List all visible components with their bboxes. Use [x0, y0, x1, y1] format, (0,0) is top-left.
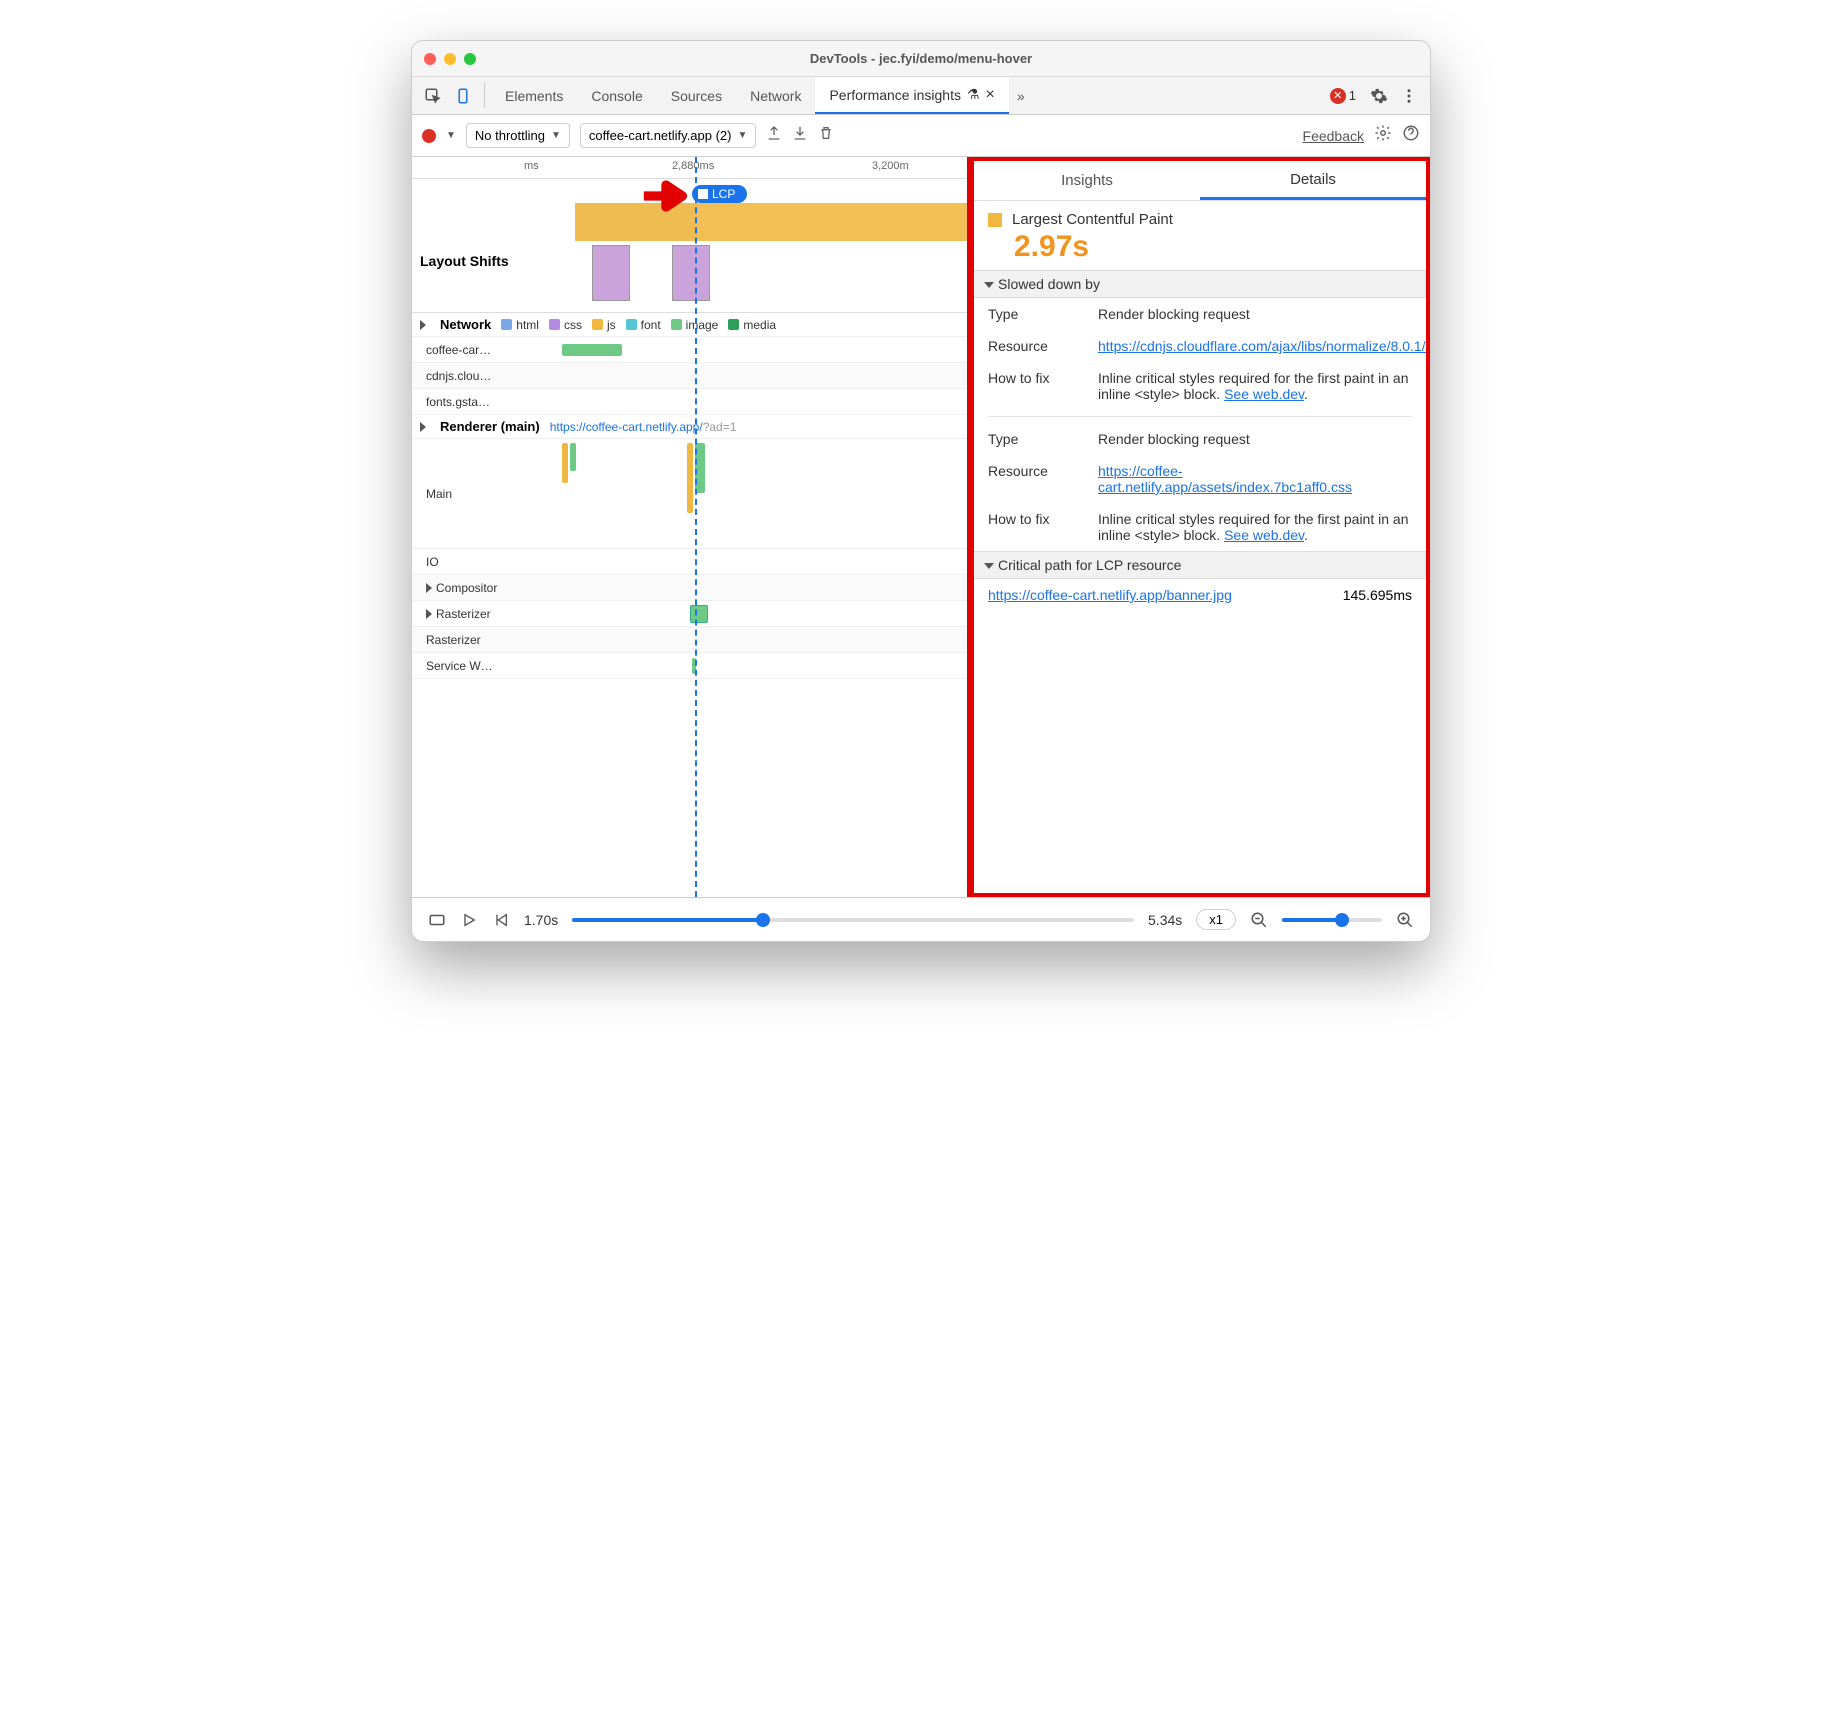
toggle-view-icon[interactable] [428, 911, 446, 929]
play-icon[interactable] [460, 911, 478, 929]
playback-slider[interactable] [572, 918, 1134, 922]
download-icon[interactable] [792, 125, 808, 146]
inspect-icon[interactable] [418, 77, 448, 114]
renderer-track-header[interactable]: Renderer (main) https://coffee-cart.netl… [412, 415, 967, 439]
stop-icon [698, 189, 708, 199]
critical-path-time: 145.695ms [1343, 587, 1412, 603]
tab-sources[interactable]: Sources [657, 77, 736, 114]
lcp-marker[interactable]: LCP [692, 185, 747, 203]
thread-row[interactable]: Compositor [412, 575, 967, 601]
record-button[interactable] [422, 129, 436, 143]
recording-select[interactable]: coffee-cart.netlify.app (2)▼ [580, 123, 757, 148]
metric-value: 2.97s [1014, 230, 1412, 264]
expand-icon[interactable] [426, 609, 432, 619]
layout-shifts-label: Layout Shifts [420, 253, 509, 269]
thread-row[interactable]: IO [412, 549, 967, 575]
rightpane-tabs: Insights Details [974, 161, 1426, 201]
layout-shift-thumb[interactable] [672, 245, 710, 301]
lcp-swatch-icon [988, 213, 1002, 227]
playback-footer: 1.70s 5.34s x1 [412, 897, 1430, 941]
metric-name: Largest Contentful Paint [1012, 211, 1173, 228]
close-tab-icon[interactable]: × [986, 86, 995, 104]
device-icon[interactable] [448, 77, 478, 114]
divider [484, 83, 485, 108]
slider-knob[interactable] [756, 913, 770, 927]
expand-icon[interactable] [426, 583, 432, 593]
thread-row[interactable]: Rasterizer [412, 627, 967, 653]
error-icon: ✕ [1330, 88, 1346, 104]
help-icon[interactable] [1402, 124, 1420, 147]
throttle-select[interactable]: No throttling▼ [466, 123, 570, 148]
toolbar: ▼ No throttling▼ coffee-cart.netlify.app… [412, 115, 1430, 157]
annotation-arrow [642, 179, 688, 218]
feedback-link[interactable]: Feedback [1303, 128, 1364, 144]
network-track-header[interactable]: Network html css js font image media [412, 313, 967, 337]
kebab-icon[interactable] [1394, 77, 1424, 114]
timeline-pane: ms 2,880ms 3,200m LCP Layout Shifts [412, 157, 970, 897]
main-thread-row[interactable]: Main [412, 439, 967, 549]
collapse-icon[interactable] [984, 563, 994, 569]
thread-row[interactable]: Service W… [412, 653, 967, 679]
network-row[interactable]: coffee-car… [412, 337, 967, 363]
network-row[interactable]: cdnjs.clou… [412, 363, 967, 389]
window-title: DevTools - jec.fyi/demo/menu-hover [412, 51, 1430, 66]
tab-network[interactable]: Network [736, 77, 815, 114]
time-cursor[interactable] [695, 157, 697, 897]
close-window-button[interactable] [424, 53, 436, 65]
titlebar: DevTools - jec.fyi/demo/menu-hover [412, 41, 1430, 77]
tab-elements[interactable]: Elements [491, 77, 577, 114]
record-dropdown[interactable]: ▼ [446, 130, 456, 141]
devtools-window: DevTools - jec.fyi/demo/menu-hover Eleme… [411, 40, 1431, 942]
tab-console[interactable]: Console [577, 77, 656, 114]
time-ruler[interactable]: ms 2,880ms 3,200m [412, 157, 967, 179]
minimize-window-button[interactable] [444, 53, 456, 65]
expand-icon[interactable] [420, 320, 426, 330]
playback-end-time: 5.34s [1148, 912, 1182, 928]
critical-path-link[interactable]: https://coffee-cart.netlify.app/banner.j… [988, 587, 1232, 603]
details-pane: Insights Details Largest Contentful Pain… [970, 157, 1430, 897]
network-row[interactable]: fonts.gsta… [412, 389, 967, 415]
layout-shift-thumb[interactable] [592, 245, 630, 301]
zoom-out-icon[interactable] [1250, 911, 1268, 929]
resource-link[interactable]: https://coffee-cart.netlify.app/assets/i… [1098, 463, 1352, 495]
slider-knob[interactable] [1335, 913, 1349, 927]
tab-details[interactable]: Details [1200, 161, 1426, 200]
zoom-level[interactable]: x1 [1196, 909, 1236, 930]
webdev-link[interactable]: See web.dev [1224, 527, 1304, 543]
collapse-icon[interactable] [984, 282, 994, 288]
delete-icon[interactable] [818, 125, 834, 146]
expand-icon[interactable] [420, 422, 426, 432]
webdev-link[interactable]: See web.dev [1224, 386, 1304, 402]
issue-type: Render blocking request [1098, 306, 1412, 322]
renderer-url[interactable]: https://coffee-cart.netlify.app/?ad=1 [550, 420, 737, 434]
zoom-window-button[interactable] [464, 53, 476, 65]
tab-performance-insights[interactable]: Performance insights ⚗ × [815, 77, 1008, 114]
rewind-icon[interactable] [492, 911, 510, 929]
fix-text: Inline critical styles required for the … [1098, 370, 1412, 402]
devtools-tabbar: Elements Console Sources Network Perform… [412, 77, 1430, 115]
thread-row[interactable]: Rasterizer [412, 601, 967, 627]
more-tabs-button[interactable]: » [1009, 77, 1033, 114]
content-area: ms 2,880ms 3,200m LCP Layout Shifts [412, 157, 1430, 897]
issue-type: Render blocking request [1098, 431, 1412, 447]
upload-icon[interactable] [766, 125, 782, 146]
gear-icon[interactable] [1374, 124, 1392, 147]
lcp-header: Largest Contentful Paint 2.97s [974, 201, 1426, 270]
section-slowed-down[interactable]: Slowed down by [974, 270, 1426, 298]
tab-insights[interactable]: Insights [974, 161, 1200, 200]
resource-link[interactable]: https://cdnjs.cloudflare.com/ajax/libs/n… [1098, 338, 1430, 354]
flask-icon: ⚗ [967, 86, 980, 103]
zoom-slider[interactable] [1282, 918, 1382, 922]
traffic-lights [424, 53, 476, 65]
zoom-in-icon[interactable] [1396, 911, 1414, 929]
settings-icon[interactable] [1364, 77, 1394, 114]
playback-start-time: 1.70s [524, 912, 558, 928]
overview-track[interactable]: Layout Shifts [412, 185, 967, 313]
error-count[interactable]: ✕ 1 [1322, 77, 1364, 114]
section-critical-path[interactable]: Critical path for LCP resource [974, 551, 1426, 579]
fix-text: Inline critical styles required for the … [1098, 511, 1412, 543]
